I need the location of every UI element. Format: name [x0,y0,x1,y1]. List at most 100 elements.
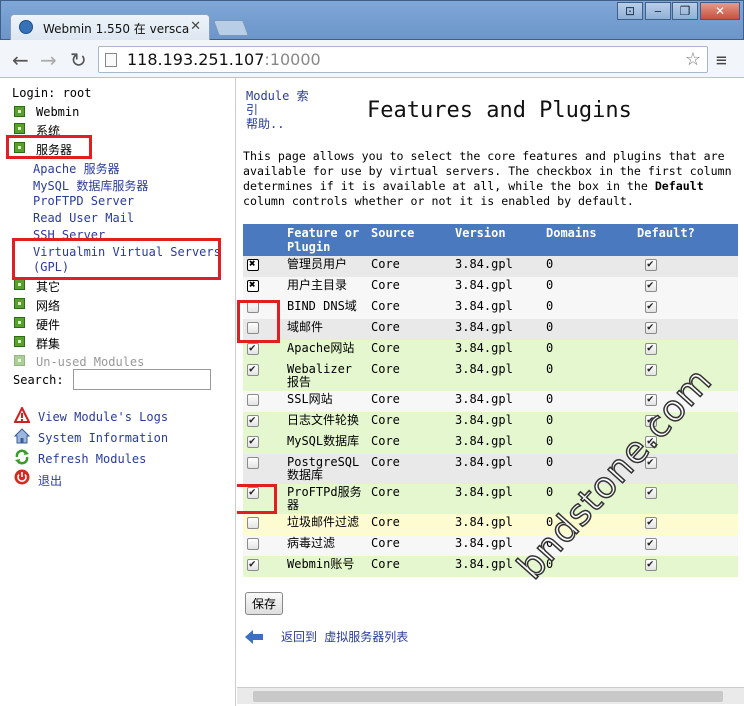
logout-link[interactable]: 退出 [38,472,62,489]
warning-icon [14,407,30,423]
version-cell: 3.84.gpl [451,277,542,298]
enabled-checkbox[interactable] [247,413,259,427]
source-cell: Core [367,340,451,361]
category-others[interactable]: 其它 [36,278,60,295]
enabled-checkbox[interactable] [247,456,259,469]
horizontal-scrollbar[interactable] [237,687,744,704]
help-link[interactable]: 帮助.. [246,117,309,131]
minimize-button[interactable]: ‒ [645,2,671,20]
module-proftpd[interactable]: ProFTPD Server [33,194,134,208]
default-checkbox[interactable] [645,485,657,499]
module-index-link[interactable]: Module 索 [246,89,309,103]
user-icon[interactable]: ⊡ [617,2,643,20]
reload-icon[interactable]: ↻ [70,50,87,70]
enabled-checkbox[interactable] [247,516,259,529]
menu-icon[interactable]: ≡ [716,50,727,71]
back-arrow-icon[interactable] [245,630,263,644]
browser-tab[interactable]: Webmin 1.550 在 versca ✕ [10,14,210,40]
restore-button[interactable]: ❐ [672,2,698,20]
sidebar: Login: root Webmin 系统 服务器 Apache 服务器 MyS… [0,78,236,706]
default-checkbox[interactable] [645,278,657,292]
enabled-checkbox[interactable] [247,257,259,271]
bookmark-star-icon[interactable]: ☆ [685,49,701,70]
login-label: Login: root [12,86,92,100]
default-checkbox[interactable] [645,362,657,376]
page-title: Features and Plugins [367,98,632,123]
address-bar[interactable]: 118.193.251.107:10000 ☆ [98,46,708,73]
source-cell: Core [367,391,451,412]
table-row: 垃圾邮件过滤 Core 3.84.gpl 0 [243,514,738,535]
version-cell: 3.84.gpl [451,319,542,340]
default-checkbox[interactable] [645,257,657,271]
home-icon [14,428,30,444]
category-webmin[interactable]: Webmin [36,105,79,119]
enabled-checkbox[interactable] [247,393,259,406]
version-cell: 3.84.gpl [451,298,542,319]
feature-cell: Webmin账号 [283,556,367,577]
enabled-checkbox[interactable] [247,557,259,571]
table-row: Webmin账号Core3.84.gpl0 [243,556,738,577]
category-icon [14,336,25,347]
version-cell: 3.84.gpl [451,256,542,277]
default-checkbox[interactable] [645,536,657,550]
module-mysql[interactable]: MySQL 数据库服务器 [33,177,148,194]
default-checkbox[interactable] [645,341,657,355]
category-icon [14,355,25,366]
enabled-checkbox[interactable] [247,362,259,376]
new-tab-button[interactable] [213,20,249,36]
system-information-link[interactable]: System Information [38,431,168,445]
module-read-user-mail[interactable]: Read User Mail [33,211,134,225]
table-row: 用户主目录Core3.84.gpl0 [243,277,738,298]
save-button[interactable]: 保存 [245,592,284,615]
enabled-checkbox[interactable] [247,537,259,550]
forward-icon[interactable]: → [40,50,57,70]
column-header-source: Source [367,224,451,256]
enabled-checkbox[interactable] [247,278,259,292]
close-tab-icon[interactable]: ✕ [190,19,201,34]
module-apache[interactable]: Apache 服务器 [33,160,120,177]
category-network[interactable]: 网络 [36,297,60,314]
feature-cell: MySQL数据库 [283,433,367,454]
category-hardware[interactable]: 硬件 [36,316,60,333]
version-cell: 3.84.gpl [451,340,542,361]
feature-cell: 域邮件 [283,319,367,340]
source-cell: Core [367,412,451,433]
refresh-modules-link[interactable]: Refresh Modules [38,452,146,466]
table-row: Apache网站Core3.84.gpl0 [243,340,738,361]
version-cell: 3.84.gpl [451,361,542,391]
feature-cell: 病毒过滤 [283,535,367,556]
default-checkbox[interactable] [645,515,657,529]
enabled-checkbox[interactable] [247,341,259,355]
domains-cell: 0 [542,319,633,340]
view-module-logs-link[interactable]: View Module's Logs [38,410,168,424]
domains-cell: 0 [542,340,633,361]
default-checkbox[interactable] [645,320,657,334]
highlight-box [237,300,280,343]
source-cell: Core [367,277,451,298]
back-icon[interactable]: ← [12,50,29,70]
return-to-server-list-link[interactable]: 返回到 虚拟服务器列表 [281,628,408,645]
scrollbar-thumb[interactable] [253,691,723,702]
category-icon [14,123,25,134]
source-cell: Core [367,298,451,319]
page-icon [105,53,117,67]
highlight-box [6,135,92,159]
category-cluster[interactable]: 群集 [36,335,60,352]
category-icon [14,279,25,290]
enabled-checkbox[interactable] [247,434,259,448]
version-cell: 3.84.gpl [451,412,542,433]
category-unused-modules[interactable]: Un-used Modules [36,355,144,369]
domains-cell: 0 [542,256,633,277]
category-icon [14,317,25,328]
feature-cell: 管理员用户 [283,256,367,277]
search-label: Search: [13,373,64,387]
default-checkbox[interactable] [645,557,657,571]
table-row: ProFTPd服务器Core3.84.gpl0 [243,484,738,514]
close-window-button[interactable]: ✕ [700,2,740,20]
default-checkbox[interactable] [645,299,657,313]
search-input[interactable] [73,369,211,390]
module-index-link-cont[interactable]: 引 [246,103,309,117]
source-cell: Core [367,514,451,535]
source-cell: Core [367,433,451,454]
source-cell: Core [367,556,451,577]
